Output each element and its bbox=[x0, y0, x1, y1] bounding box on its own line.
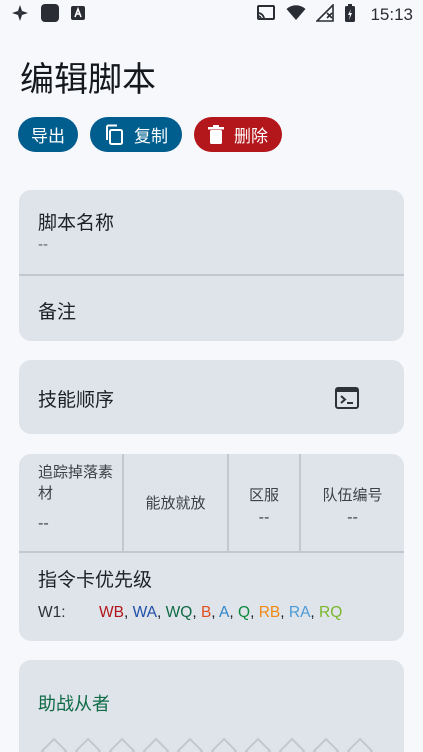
class-icon bbox=[176, 737, 204, 752]
delete-button[interactable]: 删除 bbox=[194, 117, 282, 152]
track-drops-cell[interactable]: 追踪掉落素材 -- bbox=[19, 454, 122, 551]
server-value: -- bbox=[258, 508, 270, 526]
priority-separator: , bbox=[250, 604, 259, 621]
track-drops-label: 追踪掉落素材 bbox=[38, 463, 114, 502]
priority-item: A bbox=[219, 604, 230, 621]
wave-label: W1: bbox=[38, 604, 66, 621]
class-icon-strip bbox=[39, 736, 375, 752]
priority-separator: , bbox=[192, 604, 201, 621]
priority-item: B bbox=[200, 604, 212, 621]
team-value: -- bbox=[347, 508, 358, 526]
trash-icon bbox=[208, 124, 224, 145]
copy-icon bbox=[104, 124, 124, 146]
page-title: 编辑脚本 bbox=[20, 60, 156, 100]
priority-list: WB, WA, WQ, B, A, Q, RB, RA, RQ bbox=[99, 604, 342, 622]
class-icon bbox=[312, 737, 340, 752]
card-priority-section[interactable]: 指令卡优先级 W1: WB, WA, WQ, B, A, Q, RB, RA, … bbox=[19, 565, 404, 622]
copy-button[interactable]: 复制 bbox=[90, 117, 182, 152]
delete-label: 删除 bbox=[234, 127, 268, 147]
pinwheel-icon bbox=[10, 3, 30, 27]
cast-when-ready-cell[interactable]: 能放就放 bbox=[124, 454, 227, 551]
priority-separator: , bbox=[211, 604, 220, 621]
priority-item: RA bbox=[288, 604, 311, 621]
note-label: 备注 bbox=[38, 301, 77, 323]
script-name-row[interactable]: 脚本名称 -- bbox=[19, 208, 404, 253]
action-bar: 导出 复制 删除 bbox=[18, 117, 282, 152]
divider bbox=[19, 551, 404, 553]
export-button[interactable]: 导出 bbox=[18, 117, 78, 152]
server-cell[interactable]: 区服 -- bbox=[229, 454, 299, 551]
priority-separator: , bbox=[310, 604, 320, 621]
priority-item: WB bbox=[99, 604, 124, 621]
team-label: 队伍编号 bbox=[322, 486, 383, 504]
priority-item: Q bbox=[238, 604, 251, 621]
support-card[interactable]: 助战从者 bbox=[19, 660, 404, 752]
terminal-icon[interactable] bbox=[335, 387, 359, 413]
class-icon bbox=[210, 737, 238, 752]
server-label: 区服 bbox=[248, 486, 279, 504]
class-icon bbox=[244, 737, 272, 752]
class-icon bbox=[278, 737, 306, 752]
priority-item: RB bbox=[258, 604, 281, 621]
cast-icon bbox=[256, 4, 276, 26]
card-priority-title: 指令卡优先级 bbox=[38, 569, 153, 591]
priority-separator: , bbox=[123, 604, 133, 621]
class-icon bbox=[142, 737, 170, 752]
card-priority-line: W1: WB, WA, WQ, B, A, Q, RB, RA, RQ bbox=[38, 604, 404, 622]
note-row[interactable]: 备注 bbox=[19, 297, 404, 324]
priority-separator: , bbox=[157, 604, 166, 621]
copy-label: 复制 bbox=[134, 127, 168, 147]
export-label: 导出 bbox=[31, 127, 65, 147]
battery-charging-icon bbox=[344, 3, 356, 27]
team-cell[interactable]: 队伍编号 -- bbox=[301, 454, 404, 551]
keyboard-a-icon bbox=[70, 5, 86, 25]
script-info-card: 脚本名称 -- 备注 bbox=[19, 190, 404, 341]
class-icon bbox=[74, 737, 102, 752]
clock: 15:13 bbox=[370, 5, 413, 24]
track-drops-value: -- bbox=[38, 514, 49, 532]
priority-separator: , bbox=[229, 604, 239, 621]
status-bar: 15:13 bbox=[0, 0, 423, 30]
priority-separator: , bbox=[280, 604, 289, 621]
class-icon bbox=[108, 737, 136, 752]
divider bbox=[19, 274, 404, 276]
script-name-value: -- bbox=[38, 237, 49, 253]
script-name-label: 脚本名称 bbox=[38, 212, 115, 234]
skill-order-card[interactable]: 技能顺序 bbox=[19, 360, 404, 434]
class-icon bbox=[40, 737, 68, 752]
settings-card: 追踪掉落素材 -- 能放就放 区服 -- 队伍编号 -- 指令卡优先级 W1: … bbox=[19, 454, 404, 641]
wifi-icon bbox=[286, 5, 306, 25]
app-square-icon bbox=[40, 3, 60, 27]
priority-item: WQ bbox=[165, 604, 193, 621]
cast-when-ready-label: 能放就放 bbox=[145, 494, 206, 512]
priority-item: WA bbox=[132, 604, 157, 621]
no-signal-icon bbox=[315, 3, 335, 26]
support-title: 助战从者 bbox=[38, 694, 110, 715]
class-icon bbox=[346, 737, 374, 752]
priority-item: RQ bbox=[319, 604, 343, 621]
